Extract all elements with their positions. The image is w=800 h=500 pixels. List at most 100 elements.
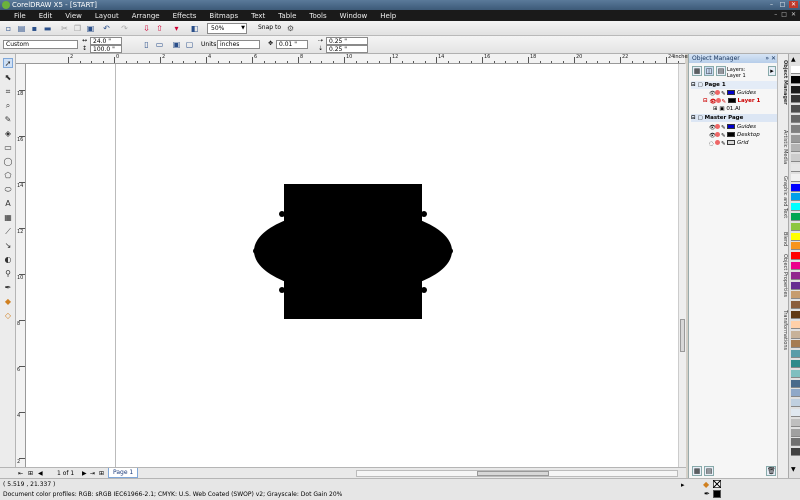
palette-swatch[interactable] xyxy=(791,154,800,163)
menu-help[interactable]: Help xyxy=(380,12,396,20)
tree-master-guides[interactable]: 👁 ✎ Guides xyxy=(691,123,777,131)
page-width-input[interactable]: 24.0 " xyxy=(90,37,122,45)
menu-effects[interactable]: Effects xyxy=(173,12,197,20)
blend-tool-icon[interactable]: ◐ xyxy=(3,255,13,265)
undo-icon[interactable]: ↶ xyxy=(102,24,111,33)
palette-swatch[interactable] xyxy=(791,271,800,280)
page-tab-1[interactable]: Page 1 xyxy=(108,468,138,478)
horizontal-ruler[interactable]: 2 0 2 4 6 8 10 12 14 16 18 20 22 24 xyxy=(16,54,685,64)
drawing-canvas[interactable] xyxy=(26,64,678,467)
ellipse-tool-icon[interactable]: ◯ xyxy=(3,157,13,167)
palette-swatch[interactable] xyxy=(791,301,800,310)
palette-swatch[interactable] xyxy=(791,203,800,212)
menu-layout[interactable]: Layout xyxy=(95,12,119,20)
all-pages-icon[interactable]: ▣ xyxy=(172,40,181,49)
palette-swatch[interactable] xyxy=(791,242,800,251)
page-preset-select[interactable]: Custom xyxy=(3,40,78,49)
horizontal-scrollbar[interactable] xyxy=(356,470,678,477)
palette-swatch[interactable] xyxy=(791,291,800,300)
tree-layer-1[interactable]: ⊟ 👁 ✎ Layer 1 xyxy=(691,97,777,105)
palette-swatch[interactable] xyxy=(791,173,800,182)
units-select[interactable]: inches xyxy=(217,40,260,49)
pick-tool-icon[interactable]: ➚ xyxy=(3,58,13,68)
next-page-icon[interactable]: ▶ xyxy=(82,470,87,477)
pencil-icon[interactable]: ✎ xyxy=(721,140,726,147)
import-icon[interactable]: ⇩ xyxy=(142,24,151,33)
palette-swatch[interactable] xyxy=(791,438,800,447)
save-icon[interactable]: ▪ xyxy=(30,24,39,33)
open-icon[interactable]: ▤ xyxy=(17,24,26,33)
palette-swatch[interactable] xyxy=(791,389,800,398)
palette-scroll-up-icon[interactable]: ▲ xyxy=(791,56,796,63)
snap-to-button[interactable]: Snap to xyxy=(258,24,281,31)
layer-manager-view-icon[interactable]: ▤ xyxy=(716,66,726,76)
side-tab-blend[interactable]: Blend xyxy=(779,232,788,246)
palette-swatch[interactable] xyxy=(791,399,800,408)
interactive-fill-tool-icon[interactable]: ◇ xyxy=(3,311,13,321)
new-layer-icon[interactable]: ▦ xyxy=(692,466,702,476)
side-tab-transformations[interactable]: Transformations xyxy=(779,310,788,350)
new-document-icon[interactable]: ▫ xyxy=(4,24,13,33)
freehand-tool-icon[interactable]: ✎ xyxy=(3,115,13,125)
tree-master-page[interactable]: ⊟ ▢ Master Page xyxy=(691,114,777,122)
eyedropper-tool-icon[interactable]: ⚲ xyxy=(3,269,13,279)
tree-master-grid[interactable]: ◌ ✎ Grid xyxy=(691,139,777,147)
palette-swatch[interactable] xyxy=(791,428,800,437)
add-page-after-icon[interactable]: ⊞ xyxy=(99,470,104,477)
pencil-icon[interactable]: ✎ xyxy=(721,132,726,139)
palette-swatch[interactable] xyxy=(791,252,800,261)
menu-bitmaps[interactable]: Bitmaps xyxy=(209,12,238,20)
copy-icon[interactable]: ❐ xyxy=(73,24,82,33)
add-page-before-icon[interactable]: ⊞ xyxy=(28,470,33,477)
edit-across-layers-icon[interactable]: ◫ xyxy=(704,66,714,76)
palette-swatch[interactable] xyxy=(791,164,800,172)
page-height-input[interactable]: 100.0 " xyxy=(90,45,122,53)
duplicate-x-input[interactable]: 0.25 " xyxy=(326,37,368,45)
palette-swatch[interactable] xyxy=(791,360,800,368)
print-icon[interactable] xyxy=(715,124,720,129)
redo-icon[interactable]: ↷ xyxy=(120,24,129,33)
expand-status-icon[interactable]: ▸ xyxy=(681,481,685,489)
palette-swatch[interactable] xyxy=(791,124,800,133)
menu-text[interactable]: Text xyxy=(251,12,265,20)
side-tab-graphic-and-text[interactable]: Graphic and Text xyxy=(779,176,788,218)
tree-object-01ai[interactable]: ⊞ ▣ 01.AI xyxy=(691,105,777,113)
tree-layer-guides[interactable]: 👁 ✎ Guides xyxy=(691,89,777,97)
palette-swatch[interactable] xyxy=(791,330,800,339)
polygon-tool-icon[interactable]: ⬠ xyxy=(3,171,13,181)
portrait-icon[interactable]: ▯ xyxy=(142,40,151,49)
eye-icon[interactable]: 👁 xyxy=(709,124,716,131)
menu-window[interactable]: Window xyxy=(340,12,368,20)
side-tab-object-properties[interactable]: Object Properties xyxy=(779,254,788,297)
palette-swatch[interactable] xyxy=(791,311,800,319)
pencil-icon[interactable]: ✎ xyxy=(722,98,727,105)
basic-shapes-tool-icon[interactable]: ⬭ xyxy=(3,185,13,195)
palette-swatch[interactable] xyxy=(791,134,800,143)
smart-fill-tool-icon[interactable]: ◈ xyxy=(3,129,13,139)
palette-swatch[interactable] xyxy=(791,75,800,84)
vertical-ruler[interactable]: 18 16 14 12 10 8 6 4 2 xyxy=(16,64,26,467)
pencil-icon[interactable]: ✎ xyxy=(721,90,726,97)
coreldraw-app-icon[interactable] xyxy=(2,1,10,9)
print-icon[interactable] xyxy=(715,132,720,137)
minimize-button[interactable]: – xyxy=(767,1,776,8)
side-tab-artistic-media[interactable]: Artistic Media xyxy=(779,130,788,164)
zoom-tool-icon[interactable]: ⌕ xyxy=(3,101,13,111)
tree-master-desktop[interactable]: 👁 ✎ Desktop xyxy=(691,131,777,139)
shape-tool-icon[interactable]: ⬉ xyxy=(3,73,13,83)
pencil-icon[interactable]: ✎ xyxy=(721,124,726,131)
menu-view[interactable]: View xyxy=(65,12,82,20)
palette-swatch[interactable] xyxy=(791,144,800,153)
palette-swatch[interactable] xyxy=(791,193,800,202)
palette-swatch[interactable] xyxy=(791,281,800,290)
side-tab-object-manager[interactable]: Object Manager xyxy=(779,60,788,105)
menu-edit[interactable]: Edit xyxy=(39,12,53,20)
palette-swatch[interactable] xyxy=(791,448,800,457)
palette-swatch[interactable] xyxy=(791,369,800,378)
rectangle-tool-icon[interactable]: ▭ xyxy=(3,143,13,153)
eye-icon[interactable]: 👁 xyxy=(710,98,717,105)
palette-swatch[interactable] xyxy=(791,95,800,104)
landscape-icon[interactable]: ▭ xyxy=(155,40,164,49)
close-button[interactable]: ✕ xyxy=(789,1,798,8)
vertical-scrollbar[interactable] xyxy=(678,64,686,467)
